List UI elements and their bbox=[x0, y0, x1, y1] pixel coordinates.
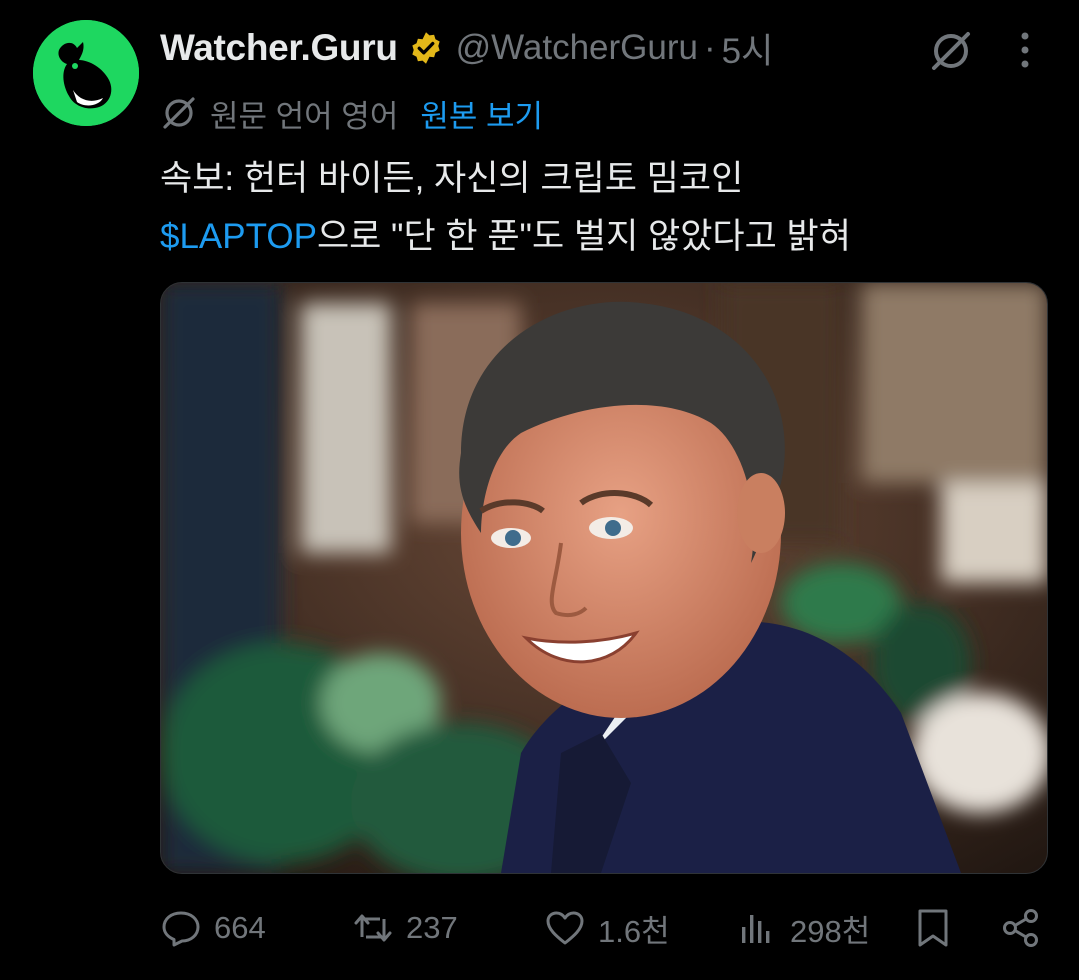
grok-icon[interactable] bbox=[928, 28, 974, 74]
tweet-line-1: 속보: 헌터 바이든, 자신의 크립토 밈코인 bbox=[160, 159, 744, 198]
tweet-photo[interactable] bbox=[160, 282, 1048, 874]
separator-dot: · bbox=[703, 28, 716, 67]
reply-icon bbox=[162, 911, 200, 947]
post-time[interactable]: 5시 bbox=[722, 23, 774, 74]
author-handle[interactable]: @WatcherGuru bbox=[456, 28, 698, 68]
avatar[interactable] bbox=[33, 20, 139, 126]
tweet-text: 속보: 헌터 바이든, 자신의 크립토 밈코인 $LAPTOP으로 "단 한 푼… bbox=[160, 150, 1040, 266]
translation-row: 원문 언어 영어 원본 보기 bbox=[160, 90, 543, 136]
reply-button[interactable]: 664 bbox=[160, 900, 266, 956]
share-icon bbox=[1003, 909, 1038, 947]
bookmark-icon bbox=[918, 909, 948, 947]
tweet-header: Watcher.Guru @WatcherGuru · 5시 bbox=[160, 22, 773, 74]
repost-icon bbox=[354, 914, 392, 942]
action-bar: 664 237 1.6천 298천 bbox=[160, 900, 1046, 956]
like-count: 1.6천 bbox=[598, 913, 670, 949]
views-icon bbox=[742, 915, 770, 943]
translation-label: 원문 언어 영어 bbox=[210, 98, 399, 134]
verified-badge-icon bbox=[411, 32, 440, 64]
like-button[interactable]: 1.6천 bbox=[544, 900, 670, 956]
display-name[interactable]: Watcher.Guru bbox=[160, 27, 398, 69]
more-icon[interactable] bbox=[1010, 30, 1040, 70]
views-button[interactable]: 298천 bbox=[736, 900, 870, 956]
repost-count: 237 bbox=[406, 910, 458, 945]
show-original-link[interactable]: 원본 보기 bbox=[420, 91, 543, 136]
tweet-line-2: 으로 "단 한 푼"도 벌지 않았다고 밝혀 bbox=[316, 217, 851, 256]
photo-illustration bbox=[161, 283, 1047, 873]
whale-logo-icon bbox=[33, 20, 139, 126]
reply-count: 664 bbox=[214, 910, 266, 945]
cashtag-link[interactable]: $LAPTOP bbox=[160, 217, 317, 256]
view-count: 298천 bbox=[790, 913, 871, 949]
heart-icon bbox=[546, 911, 584, 945]
share-button[interactable] bbox=[1000, 900, 1042, 956]
translate-icon bbox=[163, 97, 195, 129]
bookmark-button[interactable] bbox=[912, 900, 954, 956]
repost-button[interactable]: 237 bbox=[352, 900, 458, 956]
